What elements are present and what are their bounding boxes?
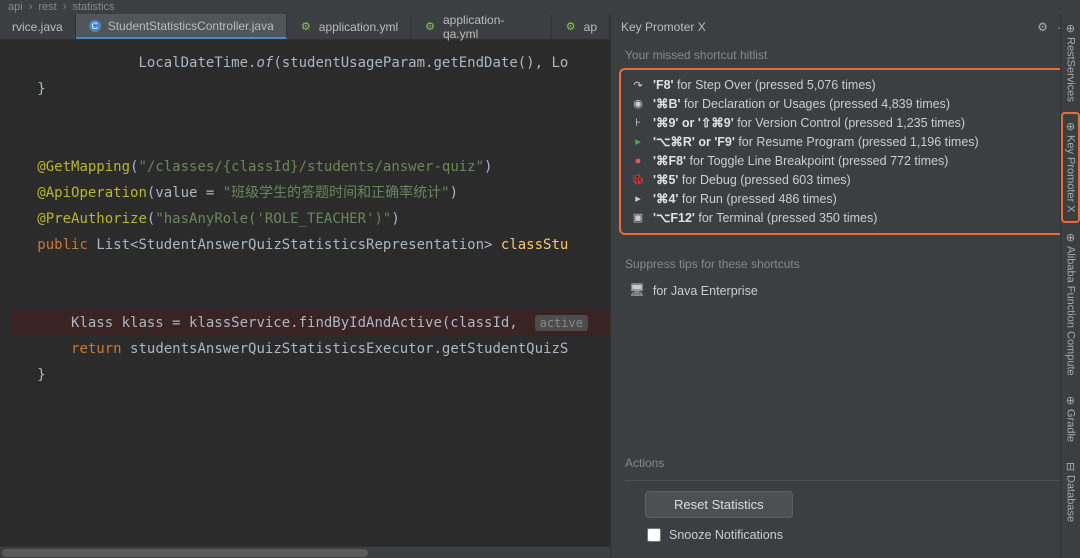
nav-breadcrumb-bar: api› rest› statistics [0,0,1080,14]
hitlist-title: Your missed shortcut hitlist [611,40,1080,68]
step-over-icon: ↷ [631,79,645,92]
tool-title: Key Promoter X [621,20,706,34]
breadcrumb-item[interactable]: rest [38,1,56,13]
snooze-input[interactable] [647,528,661,542]
enterprise-icon: 🖥 [629,283,645,298]
toolbtn-restservices[interactable]: ⊕RestServices [1062,14,1079,112]
gear-icon[interactable]: ⚙ [1037,20,1048,34]
editor-tabs: rvice.java C StudentStatisticsController… [0,14,610,40]
toolbtn-database[interactable]: ⊟Database [1062,452,1079,532]
tab-file[interactable]: ⚙ application-qa.yml [411,14,551,39]
debug-icon: 🐞 [631,173,645,186]
run-icon: ▸ [631,192,645,205]
tab-file[interactable]: rvice.java [0,14,76,39]
tab-file-active[interactable]: C StudentStatisticsController.java [76,14,287,39]
hit-item[interactable]: ▸'⌘4' for Run (pressed 486 times) [627,189,1064,208]
actions-section: Actions Reset Statistics Snooze Notifica… [611,440,1080,558]
breakpoint-icon: ● [631,155,645,167]
hit-item[interactable]: 🐞'⌘5' for Debug (pressed 603 times) [627,170,1064,189]
hit-item[interactable]: ▣'⌥F12' for Terminal (pressed 350 times) [627,208,1064,227]
toolbtn-gradle[interactable]: ⊕Gradle [1062,386,1079,452]
breadcrumb-item[interactable]: api [8,1,23,13]
tab-file[interactable]: ⚙ application.yml [287,14,411,39]
tab-file[interactable]: ⚙ ap [552,14,610,39]
editor-panel: rvice.java C StudentStatisticsController… [0,14,610,558]
snooze-checkbox[interactable]: Snooze Notifications [625,518,1066,542]
terminal-icon: ▣ [631,211,645,224]
hit-item[interactable]: ⊦'⌘9' or '⇧⌘9' for Version Control (pres… [627,113,1064,132]
vcs-icon: ⊦ [631,116,645,129]
code-editor[interactable]: LocalDateTime.of(studentUsageParam.getEn… [0,40,610,558]
yml-icon: ⚙ [564,20,578,34]
hit-item[interactable]: ↷'F8' for Step Over (pressed 5,076 times… [627,76,1064,94]
hitlist-box: ↷'F8' for Step Over (pressed 5,076 times… [619,68,1072,235]
toolbtn-alibaba[interactable]: ⊕Alibaba Function Compute [1062,223,1079,386]
reset-statistics-button[interactable]: Reset Statistics [645,491,793,518]
resume-icon: ▸ [631,135,645,148]
right-toolbar: ⊕RestServices ⊕Key Promoter X ⊕Alibaba F… [1060,14,1080,558]
tool-header: Key Promoter X ⚙ — [611,14,1080,40]
suppress-item[interactable]: 🖥 for Java Enterprise [625,277,1066,304]
hit-item[interactable]: ◉'⌘B' for Declaration or Usages (pressed… [627,94,1064,113]
declaration-icon: ◉ [631,97,645,110]
hit-item[interactable]: ▸'⌥⌘R' or 'F9' for Resume Program (press… [627,132,1064,151]
toolbtn-keypromoter[interactable]: ⊕Key Promoter X [1061,112,1080,223]
key-promoter-panel: Key Promoter X ⚙ — Your missed shortcut … [610,14,1080,558]
horizontal-scrollbar[interactable] [0,546,610,558]
yml-icon: ⚙ [423,20,437,34]
inline-hint: active [535,315,588,331]
breadcrumb-item[interactable]: statistics [72,1,114,13]
class-icon: C [88,19,102,33]
yml-icon: ⚙ [299,20,313,34]
actions-title: Actions [625,448,1066,476]
suppress-title: Suppress tips for these shortcuts [625,249,1066,277]
hit-item[interactable]: ●'⌘F8' for Toggle Line Breakpoint (press… [627,151,1064,170]
